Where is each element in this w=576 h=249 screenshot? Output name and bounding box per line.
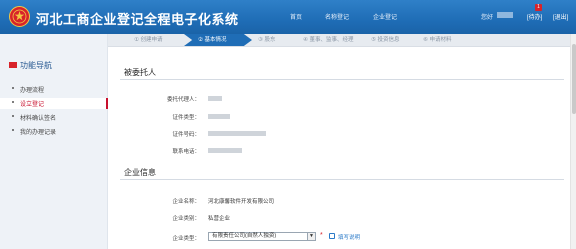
bullet-icon <box>12 87 14 89</box>
sidebar: 功能导航 办理流程 设立登记 材料确认签名 我的办理记录 <box>0 34 108 249</box>
national-emblem-icon <box>9 6 30 27</box>
agent-id-number-masked <box>208 131 266 136</box>
company-section-title: 企业信息 <box>124 168 156 177</box>
nav-home[interactable]: 首页 <box>290 12 302 21</box>
agent-name-row: 委托代理人： <box>120 94 564 104</box>
agent-id-type-row: 证件类型： <box>120 112 564 122</box>
company-type-row: 企业类型： 有限责任公司(自然人独资) ▼ * 填写说明 <box>120 232 564 243</box>
bullet-icon <box>12 101 14 103</box>
nav-folder-icon <box>9 62 17 68</box>
bullet-icon <box>12 115 14 117</box>
sidebar-item-label: 设立登记 <box>20 102 45 108</box>
company-name-label: 企业名称： <box>172 199 200 205</box>
logout-link[interactable]: [退出] <box>553 12 568 21</box>
company-name-value: 河北康馨软件开发有限公司 <box>208 199 275 205</box>
company-category-value: 私营企业 <box>208 216 231 222</box>
step-materials[interactable]: ⑥ 申请材料 <box>413 34 451 46</box>
agent-id-number-label: 证件号码： <box>172 132 200 138</box>
company-category-label: 企业类别： <box>172 216 200 222</box>
sidebar-item-sign[interactable]: 材料确认签名 <box>0 112 108 123</box>
agent-name-label: 委托代理人： <box>166 97 200 103</box>
sidebar-item-label: 办理流程 <box>20 88 45 94</box>
agent-phone-row: 联系电话： <box>120 146 564 156</box>
sidebar-item-label: 我的办理记录 <box>20 130 57 136</box>
bullet-icon <box>12 129 14 131</box>
app-title: 河北工商企业登记全程电子化系统 <box>36 12 239 27</box>
sidebar-title: 功能导航 <box>20 61 52 70</box>
agent-phone-masked <box>208 148 242 153</box>
step-create-application[interactable]: ① 创建申请 <box>124 34 162 46</box>
agent-section-title: 被委托人 <box>124 68 156 77</box>
step-progress-bar: ① 创建申请 ② 基本情况 ③ 股东 ④ 董事、监事、经理 ⑤ 投资信息 ⑥ 申… <box>108 34 576 47</box>
company-type-selected: 有限责任公司(自然人独资) <box>212 233 277 239</box>
sidebar-item-process[interactable]: 办理流程 <box>0 84 108 95</box>
agent-name-masked <box>208 96 222 101</box>
username-masked <box>497 12 513 18</box>
todo-link[interactable]: [待办] <box>527 12 542 21</box>
nav-name-registration[interactable]: 名称登记 <box>325 12 349 21</box>
chevron-down-icon[interactable]: ▼ <box>307 233 315 240</box>
fill-instructions-link[interactable]: 填写说明 <box>338 233 360 241</box>
agent-phone-label: 联系电话： <box>172 149 200 155</box>
app-header: 河北工商企业登记全程电子化系统 首页 名称登记 企业登记 您好 1 [待办] [… <box>0 0 576 34</box>
sidebar-item-establish[interactable]: 设立登记 <box>0 98 108 109</box>
agent-id-type-masked <box>208 114 230 119</box>
company-type-label: 企业类型： <box>172 236 200 242</box>
nav-enterprise-registration[interactable]: 企业登记 <box>373 12 397 21</box>
main-content: ① 创建申请 ② 基本情况 ③ 股东 ④ 董事、监事、经理 ⑤ 投资信息 ⑥ 申… <box>108 34 576 249</box>
sidebar-item-label: 材料确认签名 <box>20 116 57 122</box>
todo-count-badge: 1 <box>535 4 542 11</box>
company-category-row: 企业类别： 私营企业 <box>120 213 564 223</box>
step-investment[interactable]: ⑤ 投资信息 <box>361 34 399 46</box>
company-section-header: 企业信息 <box>120 164 564 180</box>
agent-section-header: 被委托人 <box>120 64 564 80</box>
user-greeting: 您好 <box>481 15 494 21</box>
page-scrollbar[interactable] <box>570 34 576 249</box>
company-type-select[interactable]: 有限责任公司(自然人独资) ▼ <box>208 232 316 241</box>
scrollbar-thumb[interactable] <box>572 44 576 114</box>
required-mark: * <box>320 232 323 239</box>
agent-id-type-label: 证件类型： <box>172 115 200 121</box>
step-shareholders[interactable]: ③ 股东 <box>248 34 275 46</box>
sidebar-item-records[interactable]: 我的办理记录 <box>0 126 108 137</box>
company-name-row: 企业名称： 河北康馨软件开发有限公司 <box>120 196 564 206</box>
step-directors[interactable]: ④ 董事、监事、经理 <box>293 34 353 46</box>
agent-id-number-row: 证件号码： <box>120 129 564 139</box>
edit-note-icon[interactable] <box>329 233 335 239</box>
step-basic-info[interactable]: ② 基本情况 <box>184 34 252 46</box>
